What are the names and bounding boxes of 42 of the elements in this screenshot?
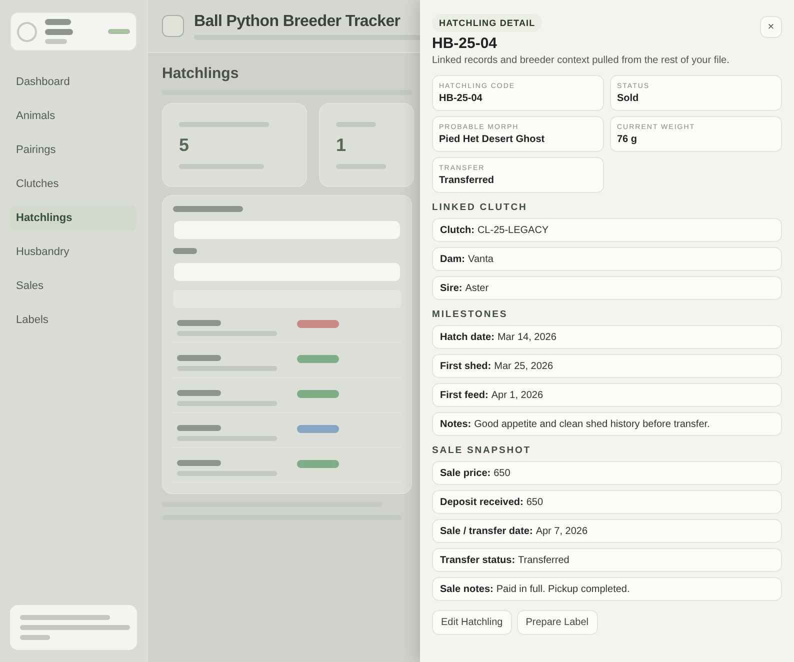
action-button[interactable]: Prepare Label — [516, 610, 598, 635]
nav-item[interactable]: Dashboard — [10, 69, 137, 95]
section-heading: LINKED CLUTCH — [432, 202, 528, 213]
detail-row: Deposit received: 650 — [432, 490, 782, 514]
nav-item[interactable]: Husbandry — [10, 239, 137, 265]
app-title: Ball Python Breeder Tracker — [194, 12, 402, 30]
section-heading: MILESTONES — [432, 309, 509, 320]
field-value: HB-25-04 — [439, 92, 484, 104]
detail-row: Sire: Aster — [432, 276, 782, 300]
close-button[interactable]: × — [760, 16, 782, 38]
field-value: Pied Het Desert Ghost — [439, 134, 546, 144]
detail-row: Clutch: CL-25-LEGACY — [432, 218, 782, 242]
avatar-icon — [17, 22, 37, 42]
nav-item[interactable]: Hatchlings — [10, 205, 137, 231]
section-heading: SALE SNAPSHOT — [432, 445, 532, 456]
detail-row: First shed: Mar 25, 2026 — [432, 354, 782, 378]
detail-row: Sale price: 650 — [432, 461, 782, 485]
detail-row: Notes: Good appetite and clean shed history before transfer. — [432, 412, 782, 436]
nav-item[interactable]: Sales — [10, 273, 137, 299]
search-field[interactable] — [173, 220, 401, 240]
nav-item[interactable]: Animals — [10, 103, 137, 129]
detail-row: Hatch date: Mar 14, 2026 — [432, 325, 782, 349]
detail-row: Dam: Vanta — [432, 247, 782, 271]
page-title: Hatchlings — [162, 65, 239, 82]
section-badge: HATCHLING DETAIL — [432, 14, 542, 32]
field-value: 76 g — [617, 134, 638, 144]
nav-item[interactable]: Clutches — [10, 171, 137, 197]
detail-subtitle: Linked records and breeder context pulled from the rest of your file. — [432, 55, 730, 66]
detail-row: Sale notes: Paid in full. Pickup completed. — [432, 577, 782, 601]
nav-item[interactable]: Labels — [10, 307, 137, 333]
menu-button[interactable] — [162, 15, 184, 37]
stat-value: 5 — [179, 135, 190, 156]
field-value: Sold — [617, 92, 640, 104]
action-button[interactable]: Edit Hatchling — [432, 610, 512, 635]
stat-value: 1 — [336, 135, 348, 156]
field-value: Transferred — [439, 174, 496, 186]
detail-title: HB-25-04 — [432, 35, 498, 52]
nav-item[interactable]: Pairings — [10, 137, 137, 163]
detail-row: Transfer status: Transferred — [432, 548, 782, 572]
detail-row: Sale / transfer date: Apr 7, 2026 — [432, 519, 782, 543]
status-select[interactable] — [173, 262, 401, 282]
detail-row: First feed: Apr 1, 2026 — [432, 383, 782, 407]
